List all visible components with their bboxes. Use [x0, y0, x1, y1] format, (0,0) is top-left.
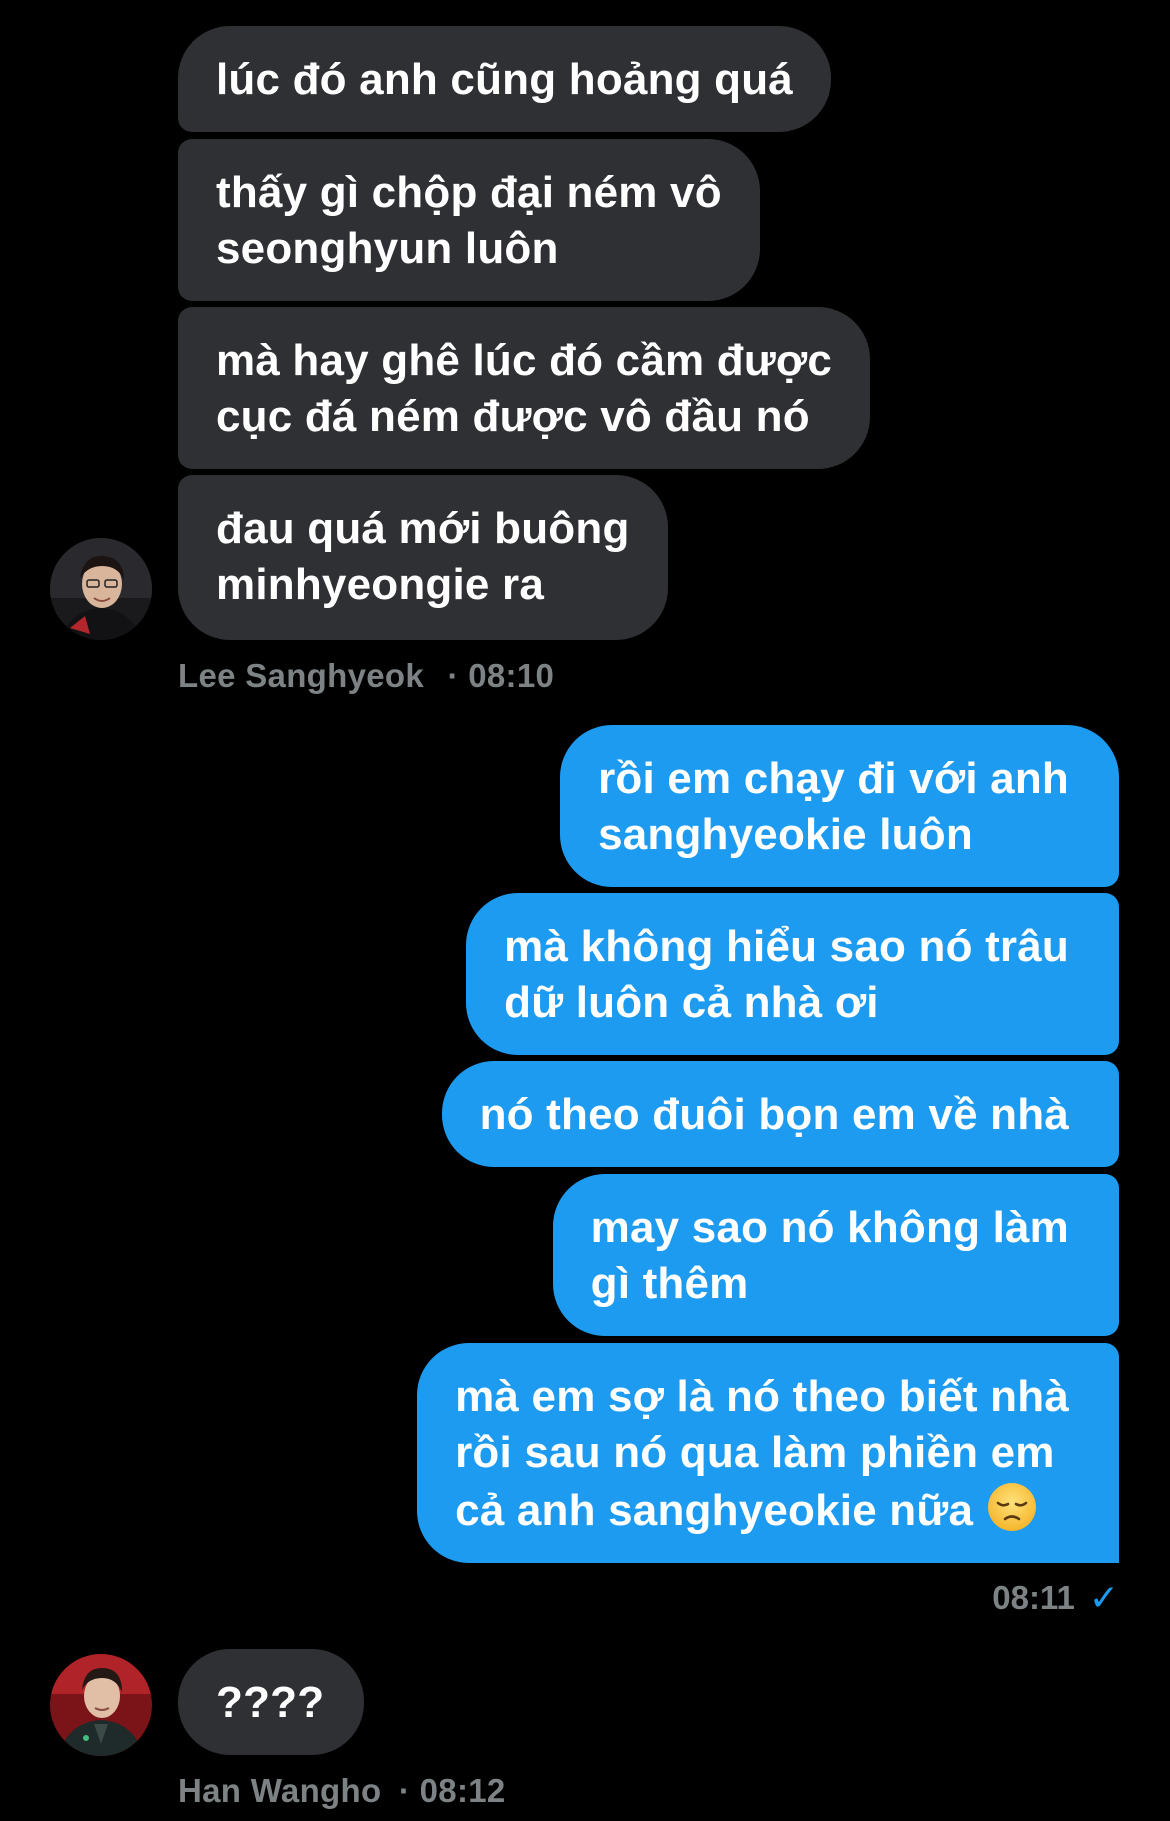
sender-name: Han Wangho	[178, 1772, 382, 1809]
message-time: 08:11	[992, 1579, 1075, 1616]
message-time: · 08:12	[398, 1772, 506, 1809]
message-text: mà không hiểu sao nó trâu dữ luôn cả nhà…	[504, 922, 1069, 1027]
message-bubble-sent[interactable]: nó theo đuôi bọn em về nhà	[441, 1061, 1119, 1167]
message-text: thấy gì chộp đại ném vô seonghyun luôn	[216, 168, 722, 273]
message-time: · 08:10	[447, 657, 555, 694]
message-text: nó theo đuôi bọn em về nhà	[479, 1090, 1069, 1139]
message-meta: Han Wangho · 08:12	[178, 1771, 506, 1811]
message-text: lúc đó anh cũng hoảng quá	[216, 55, 793, 104]
message-meta: 08:11 ✓	[992, 1578, 1119, 1618]
message-bubble-received[interactable]: thấy gì chộp đại ném vô seonghyun luôn	[178, 139, 760, 301]
sender-name: Lee Sanghyeok	[178, 657, 424, 694]
disappointed-face-icon	[987, 1483, 1036, 1531]
message-bubble-sent[interactable]: may sao nó không làm gì thêm	[552, 1174, 1119, 1336]
user-avatar-icon	[50, 538, 152, 640]
checkmark-icon: ✓	[1088, 1577, 1119, 1618]
message-bubble-received[interactable]: lúc đó anh cũng hoảng quá	[178, 26, 831, 132]
message-bubble-sent[interactable]: mà không hiểu sao nó trâu dữ luôn cả nhà…	[466, 893, 1119, 1055]
message-text: ????	[216, 1678, 325, 1727]
message-bubble-sent[interactable]: mà em sợ là nó theo biết nhà rồi sau nó …	[417, 1343, 1119, 1563]
message-bubble-sent[interactable]: rồi em chạy đi với anh sanghyeokie luôn	[560, 725, 1119, 887]
avatar[interactable]	[50, 538, 152, 640]
message-text: đau quá mới buông minhyeongie ra	[216, 504, 630, 609]
message-bubble-received[interactable]: ????	[178, 1649, 365, 1755]
message-bubble-received[interactable]: mà hay ghê lúc đó cầm được cục đá ném đư…	[178, 307, 871, 469]
message-bubble-received[interactable]: đau quá mới buông minhyeongie ra	[178, 475, 668, 640]
avatar[interactable]	[50, 1654, 152, 1756]
message-meta: Lee Sanghyeok · 08:10	[178, 656, 554, 696]
message-text: rồi em chạy đi với anh sanghyeokie luôn	[598, 754, 1069, 859]
message-text: mà hay ghê lúc đó cầm được cục đá ném đư…	[216, 336, 833, 441]
user-avatar-icon	[50, 1654, 152, 1756]
message-text: may sao nó không làm gì thêm	[590, 1203, 1069, 1308]
message-text: mà em sợ là nó theo biết nhà rồi sau nó …	[455, 1372, 1069, 1535]
